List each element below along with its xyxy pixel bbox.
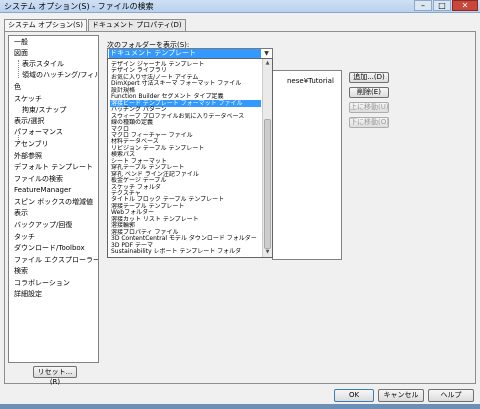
chevron-down-icon[interactable]: ▼ bbox=[261, 49, 272, 58]
scroll-thumb[interactable] bbox=[264, 119, 271, 249]
folder-path-text: nese¥Tutorial bbox=[287, 77, 334, 85]
title-bar: システム オプション(S) - ファイルの検索 – □ ✕ bbox=[0, 0, 480, 13]
window-controls: – □ ✕ bbox=[414, 0, 478, 11]
nav-item-display-selection[interactable]: 表示/選択 bbox=[14, 117, 44, 126]
help-button[interactable]: ヘルプ bbox=[428, 389, 474, 402]
nav-item-drawings[interactable]: 図面 bbox=[14, 49, 28, 58]
tab-document-properties[interactable]: ドキュメント プロパティ(D) bbox=[87, 19, 186, 31]
scroll-up-icon[interactable]: ▲ bbox=[263, 59, 272, 68]
nav-item-download-toolbox[interactable]: ダウンロード/Toolbox bbox=[14, 244, 85, 253]
combo-selected-value: ドキュメント テンプレート bbox=[109, 49, 261, 58]
reset-button[interactable]: リセット...(R) bbox=[33, 366, 77, 386]
tab-strip: システム オプション(S) ドキュメント プロパティ(D) bbox=[4, 19, 187, 32]
dropdown-item[interactable]: Sustainability レポート テンプレート フォルダ bbox=[110, 248, 261, 255]
nav-item-sketch[interactable]: スケッチ bbox=[14, 95, 42, 104]
nav-item-file-explorer[interactable]: ファイル エクスプローラー bbox=[14, 256, 98, 265]
nav-item-external-references[interactable]: 外部参照 bbox=[14, 152, 42, 161]
scroll-down-icon[interactable]: ▼ bbox=[263, 248, 272, 257]
move-down-button[interactable]: 下に移動(O) bbox=[349, 117, 389, 128]
maximize-icon[interactable]: □ bbox=[433, 0, 451, 11]
move-up-button[interactable]: 上に移動(U) bbox=[349, 102, 389, 113]
nav-item-file-locations[interactable]: ファイルの検索 bbox=[14, 175, 63, 184]
folders-list[interactable]: nese¥Tutorial bbox=[272, 70, 342, 260]
nav-item-default-templates[interactable]: デフォルト テンプレート bbox=[14, 163, 93, 172]
nav-item-collaboration[interactable]: コラボレーション bbox=[14, 279, 70, 288]
dropdown-scrollbar[interactable]: ▲ ▼ bbox=[262, 59, 272, 257]
nav-item-featuremanager[interactable]: FeatureManager bbox=[14, 186, 71, 195]
nav-item-display-style[interactable]: 表示スタイル bbox=[22, 60, 64, 69]
nav-item-area-hatch[interactable]: 領域のハッチング/フィル bbox=[22, 71, 98, 80]
ok-button[interactable]: OK bbox=[334, 389, 374, 402]
nav-item-view[interactable]: 表示 bbox=[14, 209, 28, 218]
taskbar bbox=[0, 404, 480, 409]
nav-item-search[interactable]: 検索 bbox=[14, 267, 28, 276]
close-icon[interactable]: ✕ bbox=[452, 0, 478, 11]
nav-item-relations-snaps[interactable]: 拘束/スナップ bbox=[22, 106, 66, 115]
nav-item-assemblies[interactable]: アセンブリ bbox=[14, 140, 49, 149]
cancel-button[interactable]: キャンセル bbox=[378, 389, 424, 402]
add-button[interactable]: 追加...(D) bbox=[349, 72, 389, 83]
category-list[interactable]: 一般 図面 表示スタイル 領域のハッチング/フィル 色 スケッチ 拘束/スナップ… bbox=[8, 35, 99, 363]
nav-item-touch[interactable]: タッチ bbox=[14, 233, 35, 242]
nav-item-general[interactable]: 一般 bbox=[14, 38, 28, 47]
minimize-icon[interactable]: – bbox=[414, 0, 432, 11]
nav-item-performance[interactable]: パフォーマンス bbox=[14, 128, 63, 137]
nav-item-backup-recover[interactable]: バックアップ/回復 bbox=[14, 221, 72, 230]
nav-item-advanced[interactable]: 詳細設定 bbox=[14, 290, 42, 299]
window-title: システム オプション(S) - ファイルの検索 bbox=[4, 2, 154, 11]
tree-line bbox=[18, 60, 19, 78]
nav-item-spin-box-increments[interactable]: スピン ボックスの増減値 bbox=[14, 198, 93, 207]
nav-item-colors[interactable]: 色 bbox=[14, 83, 21, 92]
delete-button[interactable]: 削除(E) bbox=[349, 87, 389, 98]
folder-type-dropdown[interactable]: デザイン ジャーナル テンプレート デザイン ライブラリ お気に入り寸法/ノート ア… bbox=[107, 58, 273, 258]
